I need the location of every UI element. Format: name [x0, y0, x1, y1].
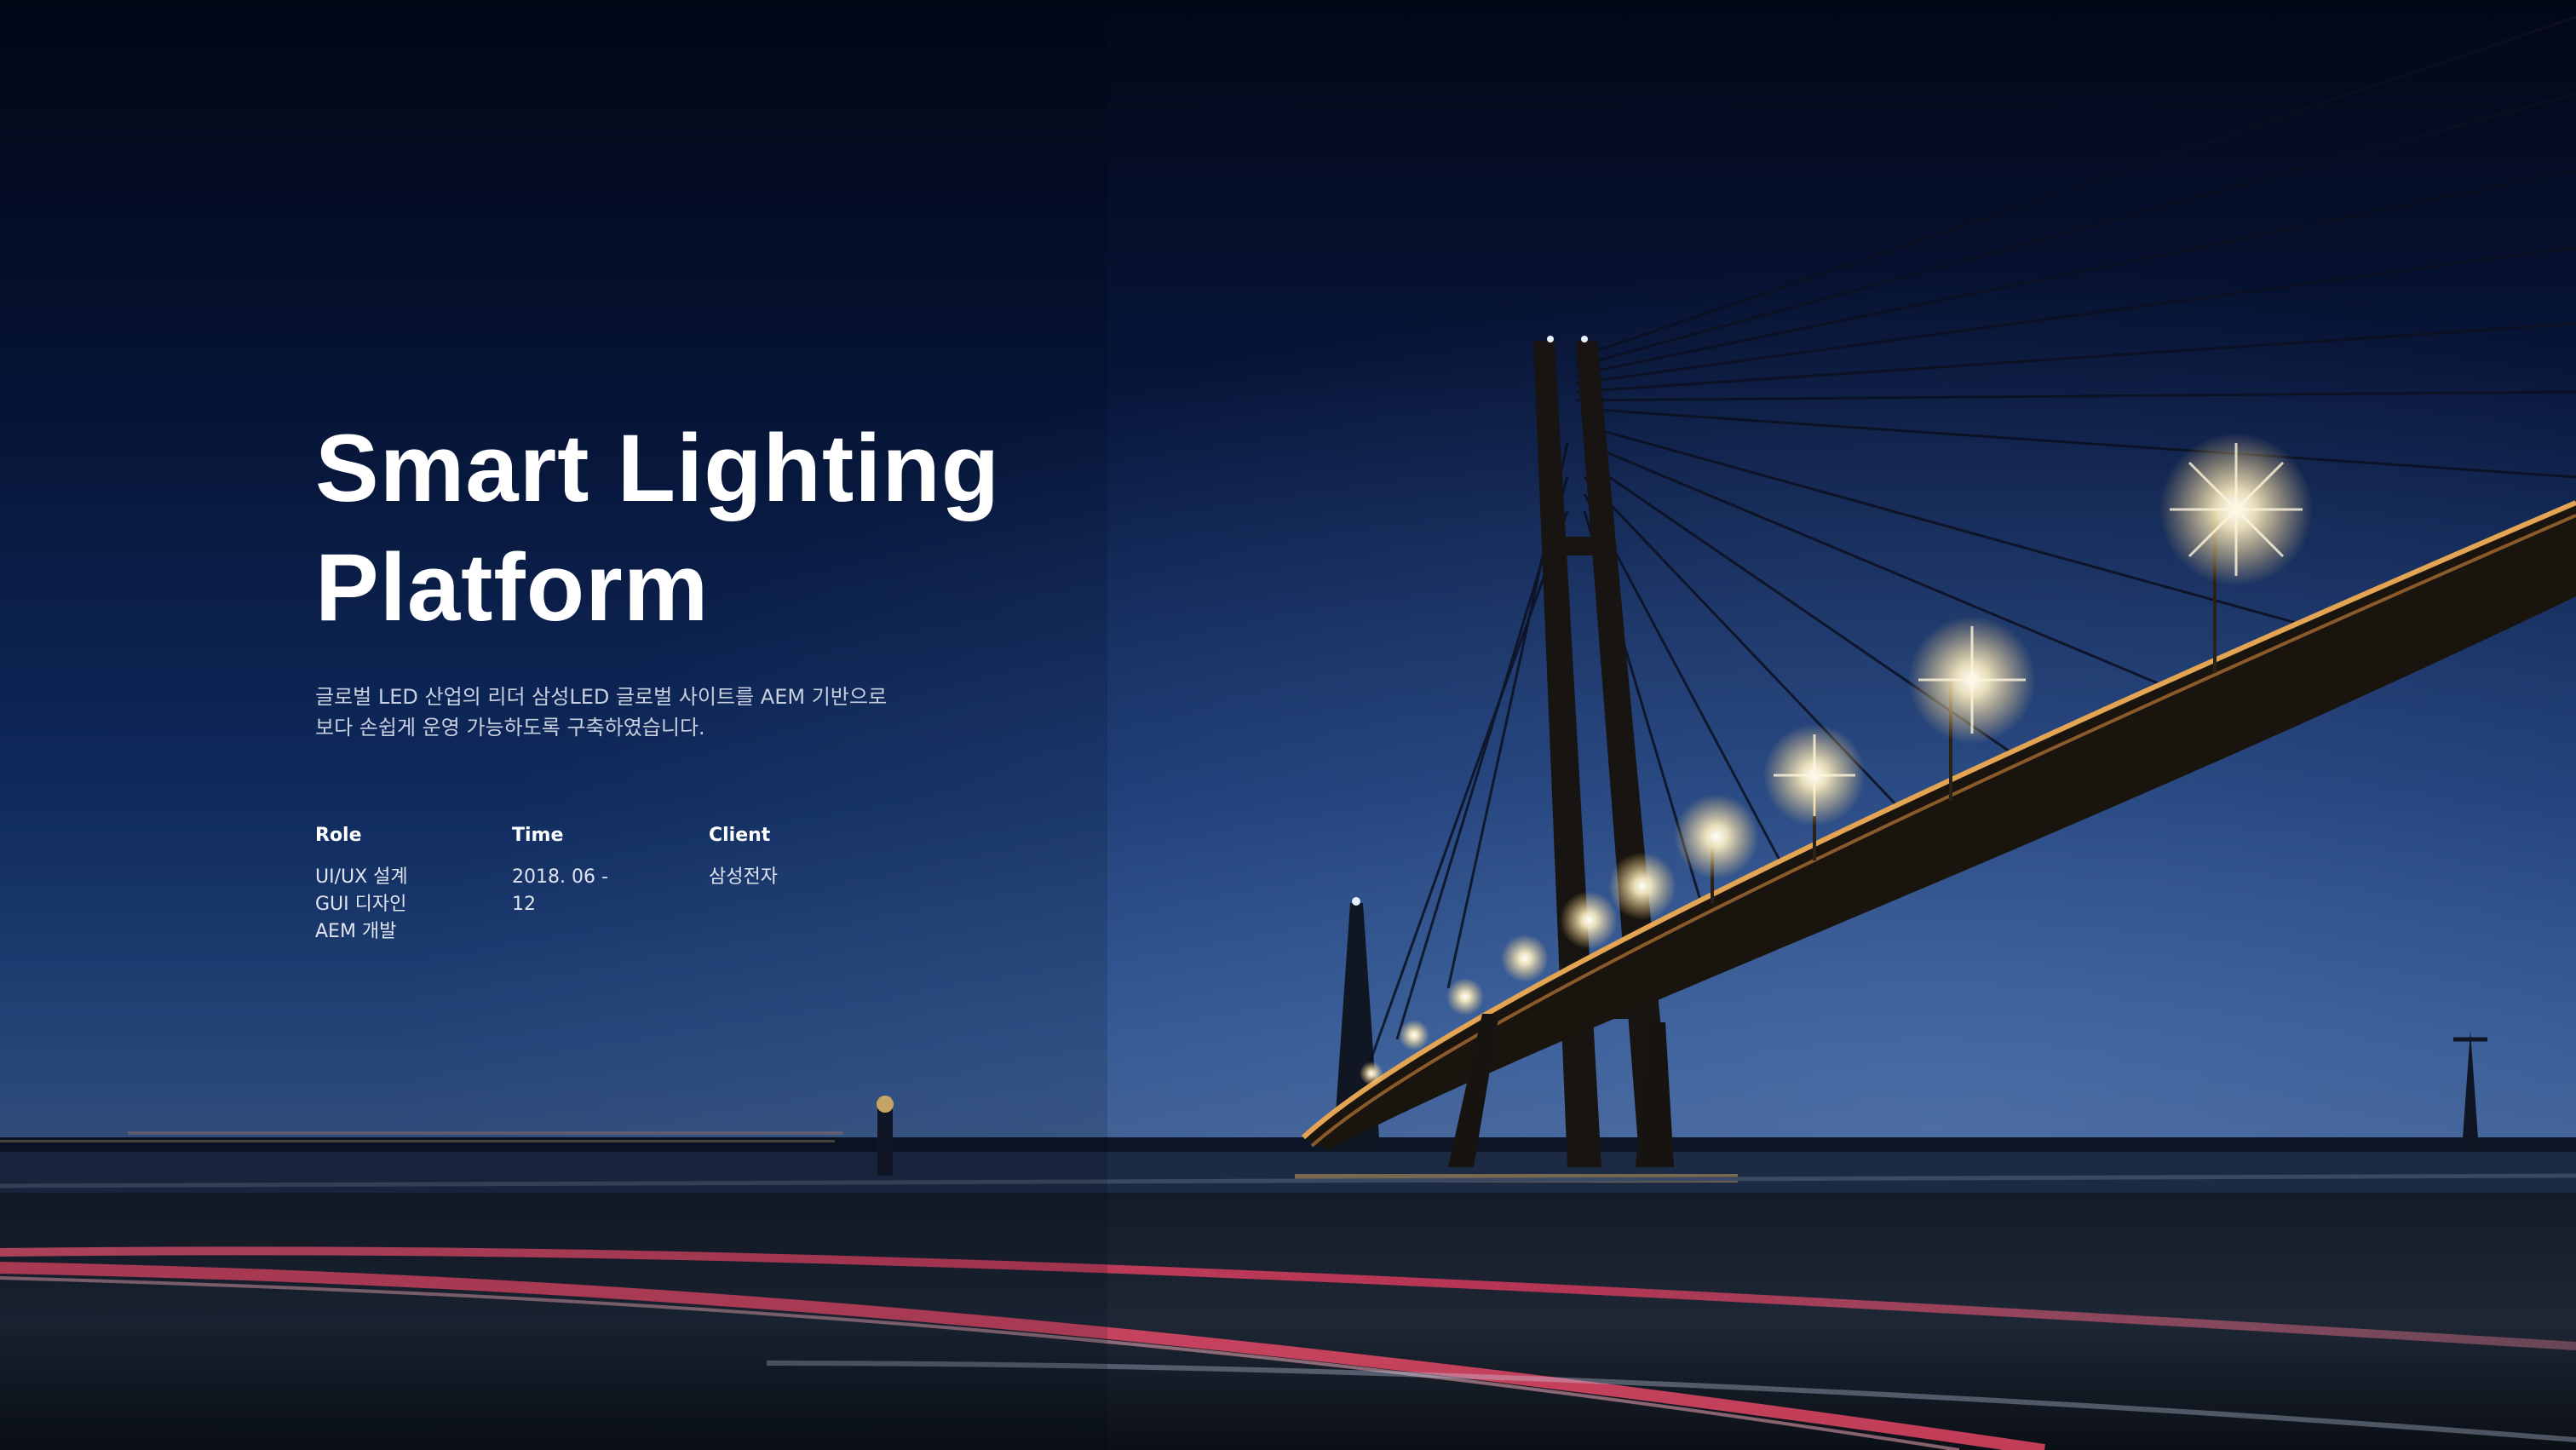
- meta-client-value-item: 삼성전자: [709, 866, 778, 888]
- hero-slide: Smart Lighting Platform 글로벌 LED 산업의 리더 삼…: [0, 0, 2576, 1450]
- meta-role-value-item: UI/UX 설계: [315, 866, 408, 888]
- description-line-2: 보다 손쉽게 운영 가능하도록 구축하였습니다.: [315, 716, 705, 739]
- meta-role-value: UI/UX 설계 GUI 디자인 AEM 개발: [315, 864, 512, 946]
- project-description: 글로벌 LED 산업의 리더 삼성LED 글로벌 사이트를 AEM 기반으로 보…: [315, 682, 1082, 743]
- page-title-line-2: Platform: [315, 534, 710, 641]
- meta-client-value: 삼성전자: [709, 864, 906, 891]
- meta-time: Time 2018. 06 - 12: [512, 823, 709, 946]
- meta-client-label: Client: [709, 825, 771, 846]
- meta-time-value: 2018. 06 - 12: [512, 864, 709, 918]
- meta-time-value-item: 2018. 06 -: [512, 866, 608, 888]
- project-meta: Role UI/UX 설계 GUI 디자인 AEM 개발 Time 2018. …: [315, 823, 906, 946]
- meta-role: Role UI/UX 설계 GUI 디자인 AEM 개발: [315, 823, 512, 946]
- hero-text: Smart Lighting Platform 글로벌 LED 산업의 리더 삼…: [315, 409, 1082, 743]
- meta-time-label: Time: [512, 825, 564, 846]
- page-title-line-1: Smart Lighting: [315, 415, 1001, 521]
- page-title: Smart Lighting Platform: [315, 409, 1082, 647]
- meta-time-value-item: 12: [512, 894, 536, 915]
- meta-role-label: Role: [315, 825, 362, 846]
- meta-role-value-item: GUI 디자인: [315, 894, 407, 915]
- meta-role-value-item: AEM 개발: [315, 921, 397, 942]
- meta-client: Client 삼성전자: [709, 823, 906, 946]
- description-line-1: 글로벌 LED 산업의 리더 삼성LED 글로벌 사이트를 AEM 기반으로: [315, 685, 888, 709]
